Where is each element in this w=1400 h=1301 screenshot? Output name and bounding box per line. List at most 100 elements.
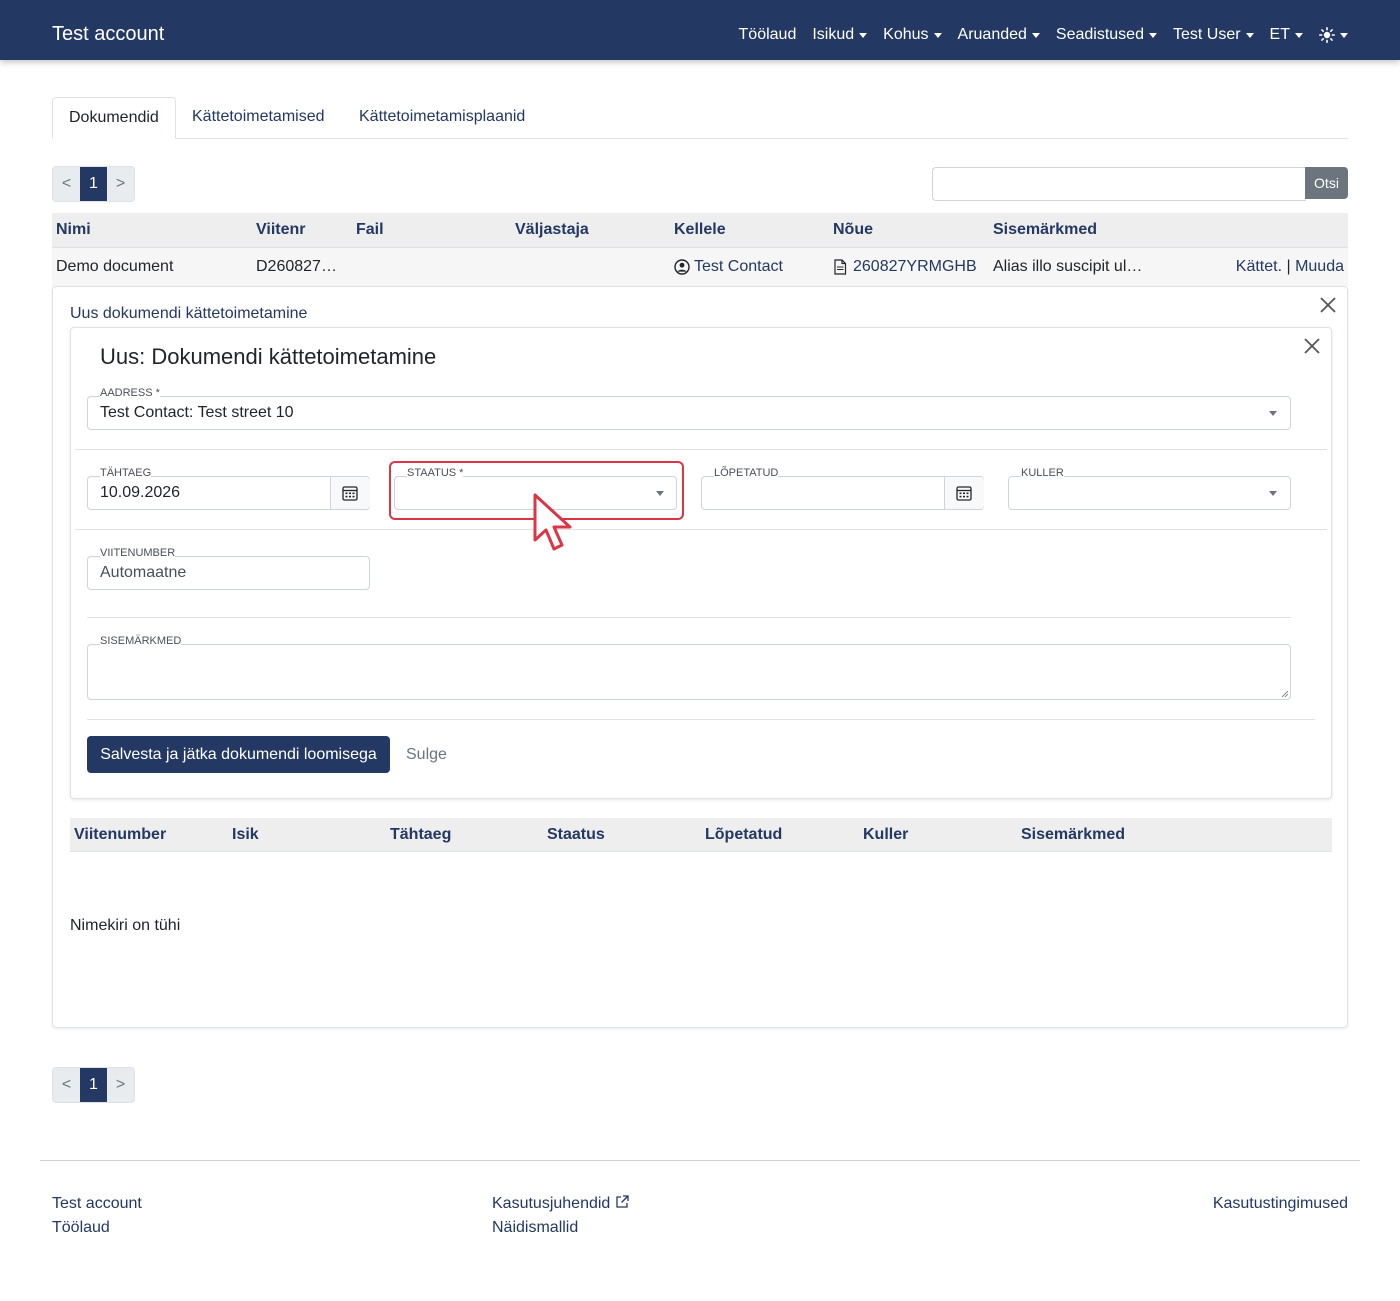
- close-icon[interactable]: [1319, 296, 1337, 314]
- cell-notes: Alias illo suscipit ul…: [993, 258, 1143, 275]
- page-1-button[interactable]: 1: [80, 167, 107, 201]
- nav-item-isikud[interactable]: Isikud: [812, 24, 868, 46]
- nav-item-label: Isikud: [812, 26, 855, 43]
- nav-item-label: Töölaud: [738, 26, 797, 43]
- edit-link[interactable]: Muuda: [1295, 258, 1344, 275]
- top-navbar: Test account Töölaud Isikud Kohus Aruand…: [0, 0, 1400, 60]
- column-header-sisemarkmed[interactable]: Sisemärkmed: [1021, 818, 1125, 852]
- divider: [75, 529, 1327, 530]
- nav-item-language[interactable]: ET: [1270, 24, 1303, 46]
- documents-table-header: Nimi Viitenr Fail Väljastaja Kellele Nõu…: [52, 213, 1348, 248]
- caret-down-icon: [1031, 32, 1040, 38]
- caret-down-icon: [933, 32, 942, 38]
- empty-list-message: Nimekiri on tühi: [70, 917, 181, 934]
- nav-item-kohus[interactable]: Kohus: [883, 24, 942, 46]
- courier-select-box[interactable]: [1008, 476, 1291, 510]
- reference-value: Automaatne: [100, 564, 187, 581]
- column-header-kellele[interactable]: Kellele: [674, 213, 726, 247]
- chevron-down-icon: [1269, 411, 1277, 416]
- pagination-bottom: < 1 >: [52, 1067, 135, 1103]
- column-header-sisemarkmed[interactable]: Sisemärkmed: [993, 213, 1097, 247]
- caret-down-icon: [1295, 32, 1303, 38]
- nav-item-label: Aruanded: [957, 26, 1027, 43]
- deliver-link[interactable]: Kättet.: [1236, 258, 1282, 275]
- notes-textarea[interactable]: [87, 644, 1291, 700]
- column-header-nimi[interactable]: Nimi: [56, 213, 91, 247]
- next-page-button[interactable]: >: [107, 167, 134, 201]
- column-header-staatus[interactable]: Staatus: [547, 818, 605, 852]
- delivery-panel: Uus dokumendi kättetoimetamine Uus: Doku…: [52, 286, 1348, 1028]
- pagination-top: < 1 >: [52, 166, 135, 202]
- nav-menu: Töölaud Isikud Kohus Aruanded Seadistuse…: [739, 24, 1348, 46]
- prev-page-button[interactable]: <: [53, 1068, 80, 1102]
- close-button[interactable]: Sulge: [406, 736, 447, 773]
- brand-title[interactable]: Test account: [52, 22, 164, 46]
- column-header-isik[interactable]: Isik: [232, 818, 259, 852]
- nav-item-user[interactable]: Test User: [1173, 24, 1254, 46]
- deliveries-table-header: Viitenumber Isik Tähtaeg Staatus Lõpetat…: [70, 818, 1332, 852]
- nav-item-seadistused[interactable]: Seadistused: [1056, 24, 1157, 46]
- resize-handle-icon[interactable]: [1281, 690, 1289, 698]
- column-header-kuller[interactable]: Kuller: [863, 818, 908, 852]
- calendar-button[interactable]: [944, 477, 984, 509]
- nav-item-label: Seadistused: [1055, 26, 1144, 43]
- search-button[interactable]: Otsi: [1305, 167, 1348, 199]
- page-1-button[interactable]: 1: [80, 1068, 107, 1102]
- recipient-link[interactable]: Test Contact: [674, 248, 783, 286]
- row-actions: Kättet. | Muuda: [1236, 248, 1344, 286]
- courier-label: KULLER: [1021, 467, 1064, 479]
- recipient-label: Test Contact: [694, 258, 783, 275]
- search-input[interactable]: [932, 167, 1306, 201]
- caret-down-icon: [1148, 32, 1157, 38]
- delivery-form-card: Uus: Dokumendi kättetoimetamine AADRESS …: [70, 327, 1332, 799]
- calendar-button[interactable]: [330, 477, 370, 509]
- footer-link-terms[interactable]: Kasutustingimused: [1213, 1194, 1348, 1214]
- close-icon[interactable]: [1303, 337, 1321, 355]
- column-header-noue[interactable]: Nõue: [833, 213, 873, 247]
- footer-link-label: Kasutusjuhendid: [492, 1195, 611, 1212]
- external-link-icon: [616, 1195, 629, 1208]
- nav-item-label: ET: [1269, 26, 1290, 43]
- footer-link-account[interactable]: Test account: [52, 1194, 142, 1214]
- column-header-viitenumber[interactable]: Viitenumber: [74, 818, 166, 852]
- prev-page-button[interactable]: <: [53, 167, 80, 201]
- calendar-icon: [956, 486, 972, 501]
- column-header-lopetatud[interactable]: Lõpetatud: [705, 818, 782, 852]
- footer-link-templates[interactable]: Näidismallid: [492, 1218, 578, 1238]
- footer-divider: [40, 1160, 1360, 1161]
- nav-item-aruanded[interactable]: Aruanded: [958, 24, 1040, 46]
- claim-link[interactable]: 260827YRMGHB: [833, 248, 977, 286]
- document-icon: [834, 259, 847, 275]
- sun-icon: [1319, 27, 1335, 43]
- theme-toggle[interactable]: [1319, 24, 1348, 46]
- claim-label: 260827YRMGHB: [853, 258, 977, 275]
- column-header-valjastaja[interactable]: Väljastaja: [515, 213, 589, 247]
- tab-kattetoimetamised[interactable]: Kättetoimetamised: [176, 97, 341, 139]
- divider: [87, 719, 1315, 720]
- deadline-value: 10.09.2026: [100, 484, 181, 501]
- column-header-tahtaeg[interactable]: Tähtaeg: [390, 818, 451, 852]
- save-continue-button[interactable]: Salvesta ja jätka dokumendi loomisega: [87, 736, 390, 773]
- tab-bar: Dokumendid Kättetoimetamised Kättetoimet…: [52, 97, 1348, 139]
- completed-input[interactable]: [701, 476, 984, 510]
- next-page-button[interactable]: >: [107, 1068, 134, 1102]
- footer-link-guides[interactable]: Kasutusjuhendid: [492, 1194, 630, 1214]
- column-header-fail[interactable]: Fail: [356, 213, 384, 247]
- tab-dokumendid[interactable]: Dokumendid: [52, 97, 176, 139]
- footer-link-toolaud[interactable]: Töölaud: [52, 1218, 110, 1238]
- cell-ref: D260827…: [256, 258, 337, 275]
- completed-label: LÕPETATUD: [714, 467, 779, 479]
- caret-down-icon: [859, 32, 868, 38]
- nav-item-label: Test User: [1172, 26, 1241, 43]
- table-row[interactable]: Demo document D260827… Test Contact 2608…: [52, 248, 1348, 286]
- chevron-down-icon: [1269, 491, 1277, 496]
- address-value: Test Contact: Test street 10: [100, 404, 294, 421]
- tab-kattetoimetamisplaanid[interactable]: Kättetoimetamisplaanid: [343, 97, 541, 139]
- caret-down-icon: [1245, 32, 1254, 38]
- notes-label: SISEMÄRKMED: [100, 635, 182, 647]
- caret-down-icon: [1340, 32, 1348, 38]
- status-label: STAATUS *: [407, 467, 464, 479]
- cell-name: Demo document: [56, 258, 174, 275]
- nav-item-toolaud[interactable]: Töölaud: [739, 24, 797, 46]
- column-header-viitenr[interactable]: Viitenr: [256, 213, 306, 247]
